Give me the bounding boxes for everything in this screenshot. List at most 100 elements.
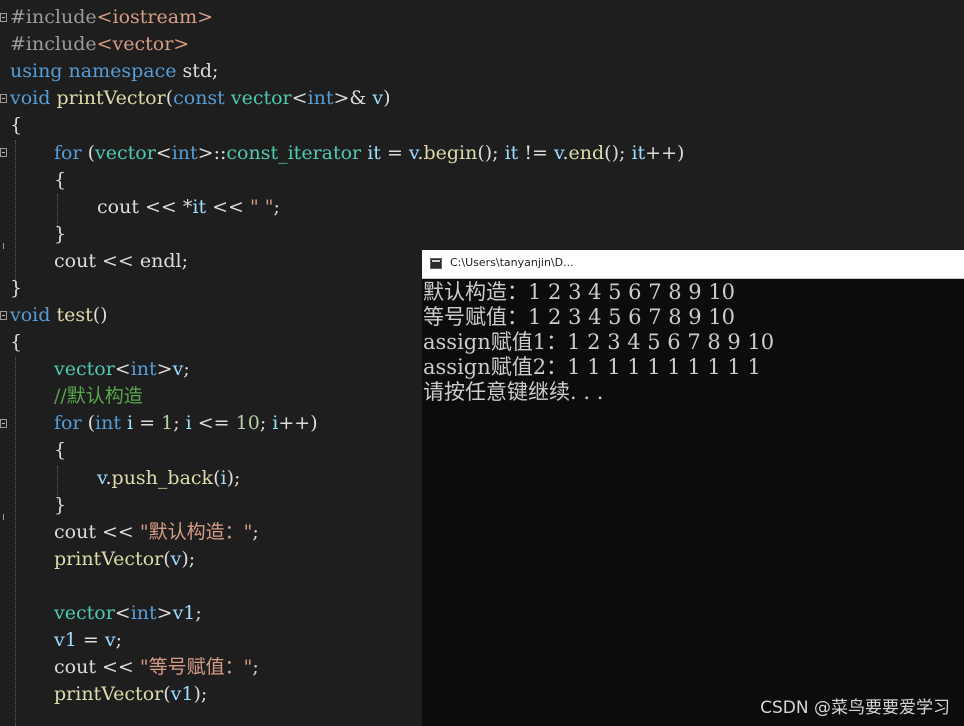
console-line: assign赋值1：1 2 3 4 5 6 7 8 9 10 [423,330,775,354]
code-line: { [54,437,66,464]
code-line: } [54,221,66,248]
preprocessor-token: #include [10,33,97,55]
variable-token: it [504,142,519,164]
keyword-token: int [307,87,334,109]
fold-end-marker [3,243,4,249]
code-line: //默认构造 [54,383,143,410]
indent-guide [15,357,16,726]
code-text: cout << * [97,196,193,218]
code-line: cout << endl; [54,248,188,275]
watermark: CSDN @菜鸟要要爱学习 [760,698,950,718]
function-name: printVector [54,683,164,705]
code-text: { [10,114,23,136]
code-text: >:: [197,142,227,164]
function-name: begin [423,142,478,164]
code-text: ); [226,467,241,489]
variable-token: it [367,142,381,164]
variable-token: v [170,548,182,570]
code-text: ( [163,548,171,570]
keyword-token: namespace [68,60,177,82]
variable-token: v1 [172,602,196,624]
console-window[interactable]: C:\Users\tanyanjin\D... 默认构造：1 2 3 4 5 6… [422,250,964,726]
fold-end-marker [3,514,4,520]
console-titlebar[interactable]: C:\Users\tanyanjin\D... [422,250,964,279]
code-line: for (int i = 1; i <= 10; i++) [54,410,318,437]
function-name: end [568,142,605,164]
fold-toggle-icon[interactable] [0,148,7,157]
code-text: ; [195,602,202,624]
code-line: { [54,167,66,194]
code-line: cout << "默认构造："; [54,519,259,546]
fold-toggle-icon[interactable] [0,13,7,22]
fold-toggle-icon[interactable] [0,311,7,320]
string-literal: "默认构造：" [139,521,253,543]
keyword-token: int [95,412,121,434]
keyword-token: int [130,602,157,624]
console-line: 默认构造：1 2 3 4 5 6 7 8 9 10 [423,280,736,304]
code-line: printVector(v1); [54,681,207,708]
variable-token: v [104,629,116,651]
keyword-token: void [10,304,51,326]
code-line: void printVector(const vector<int>& v) [10,85,391,112]
code-text: ( [163,683,171,705]
code-comment: //默认构造 [54,385,143,407]
code-line: cout << "等号赋值："; [54,654,259,681]
variable-token: v1 [170,683,194,705]
code-text: <= [191,412,236,434]
terminal-icon [430,258,442,269]
code-line: { [10,329,22,356]
number-literal: 10 [235,412,260,434]
variable-token: v [172,358,184,380]
code-line: for (vector<int>::const_iterator it = v.… [54,140,684,167]
code-text: ; [252,521,259,543]
include-target: <vector> [96,33,190,55]
keyword-token: int [171,142,198,164]
type-token: const_iterator [226,142,362,164]
code-text: { [54,169,67,191]
type-token: vector [230,87,292,109]
code-text: < [155,142,172,164]
code-line: #include<iostream> [10,4,213,31]
code-line: v.push_back(i); [97,465,240,492]
code-text: } [54,494,67,516]
code-text: < [114,358,131,380]
fold-gutter [0,0,8,726]
console-line: 等号赋值：1 2 3 4 5 6 7 8 9 10 [423,305,736,329]
code-text: ; [252,656,259,678]
code-line: } [10,275,22,302]
code-text: ++) [645,142,685,164]
function-name: test [56,304,93,326]
indent-guide [15,140,16,280]
fold-toggle-icon[interactable] [0,94,7,103]
type-token: vector [54,602,115,624]
code-text: > [156,358,173,380]
code-text: ++) [278,412,318,434]
function-name: push_back [111,467,214,489]
keyword-token: void [10,87,51,109]
code-text: (); [477,142,505,164]
code-text: < [291,87,308,109]
type-token: vector [54,358,115,380]
code-text: ; [115,629,122,651]
code-text: ; [173,412,186,434]
keyword-token: for [54,142,82,164]
keyword-token: int [130,358,157,380]
code-text: } [10,277,23,299]
code-text: ; [273,196,280,218]
code-line: cout << *it << " "; [97,194,280,221]
code-text: ( [81,412,96,434]
code-text: = [133,412,162,434]
code-text: = [380,142,409,164]
variable-token: v1 [54,629,77,651]
fold-toggle-icon[interactable] [0,419,7,428]
variable-token: it [192,196,207,218]
code-text: } [54,223,67,245]
console-prompt: 请按任意键继续. . . [423,380,604,404]
code-line: v1 = v; [54,627,122,654]
code-text: ); [193,683,208,705]
code-text: () [92,304,108,326]
type-token: vector [95,142,156,164]
code-text: > [156,602,173,624]
code-line: printVector(v); [54,546,195,573]
code-text: cout << [54,656,140,678]
